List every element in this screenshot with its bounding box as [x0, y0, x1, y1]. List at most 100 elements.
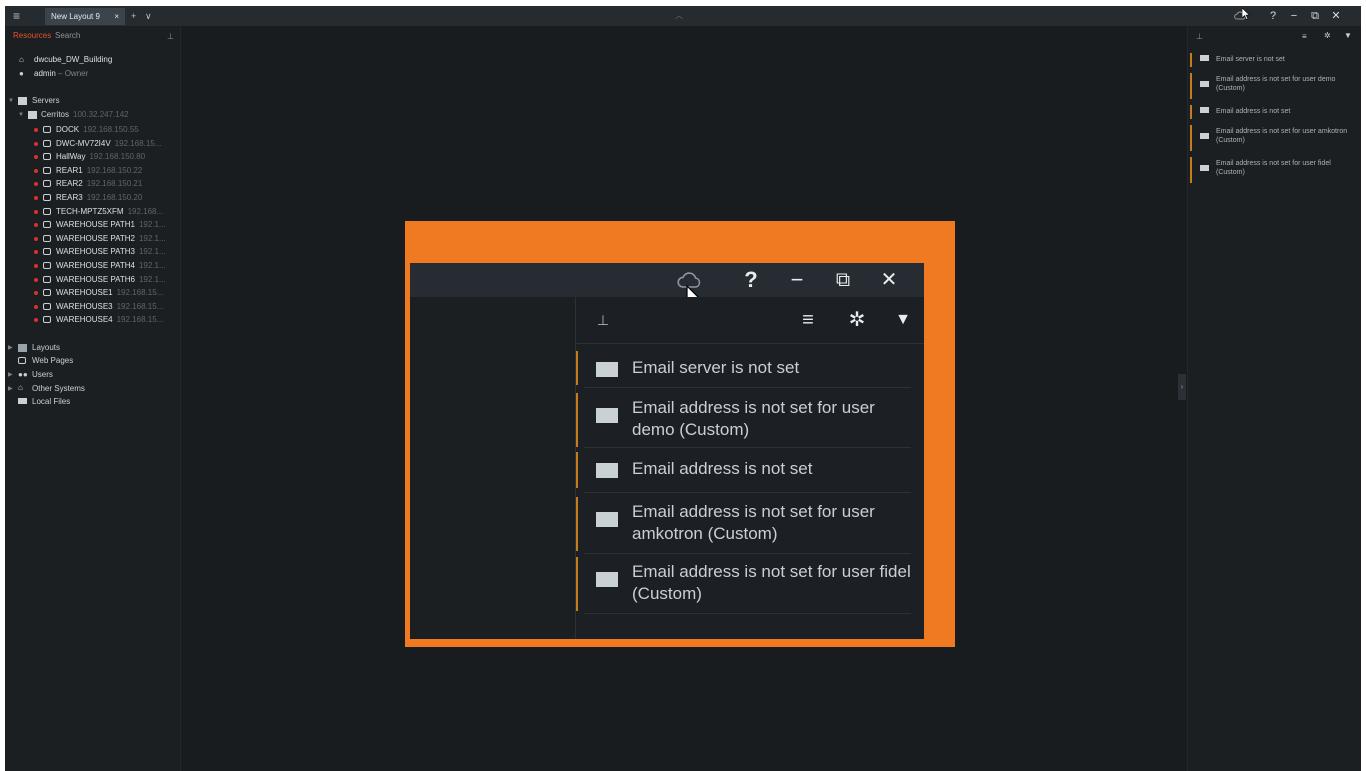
restore-button[interactable]: ⧉: [826, 263, 860, 297]
minimize-button[interactable]: −: [780, 263, 814, 297]
current-user[interactable]: admin – Owner: [34, 69, 88, 78]
notification-text: Email address is not set for user amkotr…: [1216, 128, 1348, 144]
user-icon: ●: [19, 69, 24, 78]
close-button[interactable]: ✕: [1327, 6, 1345, 26]
close-button[interactable]: ✕: [872, 263, 906, 297]
camera-name: WAREHOUSE1: [56, 288, 113, 297]
notification-item[interactable]: Email address is not set for user amkotr…: [576, 497, 911, 551]
camera-status-dot: [34, 142, 38, 146]
help-button[interactable]: ?: [1264, 6, 1282, 26]
tab-resources[interactable]: Resources: [13, 31, 51, 40]
zoomed-view: ? − ⧉ ✕ ⊥ ≡ ✲ ▼ Email server is not set …: [410, 263, 924, 639]
camera-name: REAR2: [56, 179, 83, 188]
notification-item[interactable]: Email address is not set: [576, 452, 911, 488]
tree-local-files[interactable]: Local Files: [32, 397, 70, 406]
toolbar-divider: [576, 343, 924, 344]
camera-icon: [43, 316, 51, 323]
notification-item[interactable]: Email address is not set for user fidel …: [1190, 157, 1358, 183]
camera-name: REAR3: [56, 193, 83, 202]
expand-arrow-icon[interactable]: ▶: [8, 385, 13, 392]
expand-arrow-icon[interactable]: ▼: [8, 98, 14, 104]
collapse-top-icon[interactable]: ︿: [675, 6, 683, 26]
email-icon: [596, 362, 618, 377]
help-button[interactable]: ?: [734, 263, 768, 297]
pin-icon[interactable]: ⊥: [167, 32, 174, 41]
tab-menu-icon[interactable]: ∨: [145, 6, 152, 26]
expand-arrow-icon[interactable]: ▼: [18, 112, 24, 118]
notification-text: Email address is not set for user fidel …: [632, 562, 911, 603]
camera-icon: [43, 262, 51, 269]
list-icon[interactable]: ≡: [791, 303, 825, 337]
camera-ip: 192.168.150.21: [86, 179, 143, 188]
tree-camera[interactable]: WAREHOUSE PATH6 192.1...: [56, 275, 166, 284]
restore-button[interactable]: ⧉: [1306, 6, 1324, 26]
zoomed-title-bar: ? − ⧉ ✕: [410, 263, 924, 297]
tab-search[interactable]: Search: [55, 31, 80, 40]
notification-item[interactable]: Email address is not set for user amkotr…: [1190, 125, 1358, 151]
hamburger-icon[interactable]: ≡: [13, 6, 20, 26]
camera-status-dot: [34, 169, 38, 173]
camera-status-dot: [34, 223, 38, 227]
layouts-icon: [18, 344, 27, 352]
filter-icon[interactable]: ▼: [886, 303, 920, 337]
tree-users[interactable]: Users: [32, 370, 53, 379]
pin-icon[interactable]: ⊥: [1196, 32, 1203, 41]
user-name: admin: [34, 69, 56, 78]
system-name[interactable]: dwcube_DW_Building: [34, 55, 112, 64]
tree-camera[interactable]: REAR2 192.168.150.21: [56, 179, 142, 188]
tree-camera[interactable]: WAREHOUSE PATH3 192.1...: [56, 247, 166, 256]
camera-icon: [43, 180, 51, 187]
tree-camera[interactable]: HallWay 192.168.150.80: [56, 152, 145, 161]
tree-camera[interactable]: WAREHOUSE1 192.168.15...: [56, 288, 163, 297]
resources-panel: Resources Search ⊥ ⌂ dwcube_DW_Building …: [5, 26, 181, 771]
filter-icon[interactable]: ▼: [1344, 31, 1352, 40]
notification-item[interactable]: Email address is not set for user demo (…: [1190, 73, 1358, 99]
camera-icon: [43, 194, 51, 201]
camera-name: WAREHOUSE PATH1: [56, 220, 135, 229]
tree-camera[interactable]: WAREHOUSE PATH4 192.1...: [56, 261, 166, 270]
tree-other-systems[interactable]: Other Systems: [32, 384, 85, 393]
tree-layouts[interactable]: Layouts: [32, 343, 60, 352]
tree-camera[interactable]: REAR3 192.168.150.20: [56, 193, 142, 202]
camera-ip: 192.168.150.22: [86, 166, 143, 175]
email-icon: [1200, 81, 1209, 87]
tree-camera[interactable]: WAREHOUSE PATH1 192.1...: [56, 220, 166, 229]
notification-item[interactable]: Email address is not set: [1190, 105, 1358, 119]
tree-camera[interactable]: REAR1 192.168.150.22: [56, 166, 142, 175]
tree-camera[interactable]: TECH-MPTZ5XFM 192.168...: [56, 207, 163, 216]
camera-ip: 192.168.150.55: [83, 125, 139, 134]
tree-web-pages[interactable]: Web Pages: [32, 356, 73, 365]
tree-server[interactable]: Cerritos 100.32.247.142: [41, 110, 129, 119]
tree-camera[interactable]: WAREHOUSE3 192.168.15...: [56, 302, 163, 311]
camera-status-dot: [34, 264, 38, 268]
tree-camera[interactable]: WAREHOUSE4 192.168.15...: [56, 315, 163, 324]
list-icon[interactable]: ≡: [1302, 32, 1307, 41]
collapse-right-panel[interactable]: ›: [1178, 374, 1186, 400]
expand-arrow-icon[interactable]: ▶: [8, 371, 13, 378]
new-tab-button[interactable]: +: [131, 6, 136, 26]
camera-icon: [43, 235, 51, 242]
camera-ip: 192.168.15...: [116, 315, 164, 324]
divider: [584, 447, 911, 448]
minimize-button[interactable]: −: [1285, 6, 1303, 26]
tree-camera[interactable]: DWC-MV72I4V 192.168.15...: [56, 139, 161, 148]
tree-servers[interactable]: Servers: [32, 96, 60, 105]
notification-item[interactable]: Email server is not set: [1190, 53, 1358, 67]
gear-icon[interactable]: ✲: [840, 303, 874, 337]
tree-camera[interactable]: WAREHOUSE PATH2 192.1...: [56, 234, 166, 243]
notification-item[interactable]: Email address is not set for user demo (…: [576, 393, 911, 447]
expand-arrow-icon[interactable]: ▶: [8, 344, 13, 351]
notification-text: Email address is not set: [632, 459, 813, 478]
gear-icon[interactable]: ✲: [1324, 31, 1331, 40]
other-systems-icon: ⌂: [18, 383, 23, 392]
tab-new-layout[interactable]: New Layout 9 ×: [45, 8, 125, 25]
tree-camera[interactable]: DOCK 192.168.150.55: [56, 125, 139, 134]
notification-item[interactable]: Email address is not set for user fidel …: [576, 557, 911, 611]
tab-close-icon[interactable]: ×: [114, 8, 119, 25]
email-icon: [596, 512, 618, 527]
camera-name: WAREHOUSE PATH6: [56, 275, 135, 284]
pin-icon[interactable]: ⊥: [586, 303, 620, 337]
camera-name: DOCK: [56, 125, 80, 134]
camera-ip: 192.168.15...: [116, 288, 164, 297]
notification-item[interactable]: Email server is not set: [576, 351, 911, 385]
